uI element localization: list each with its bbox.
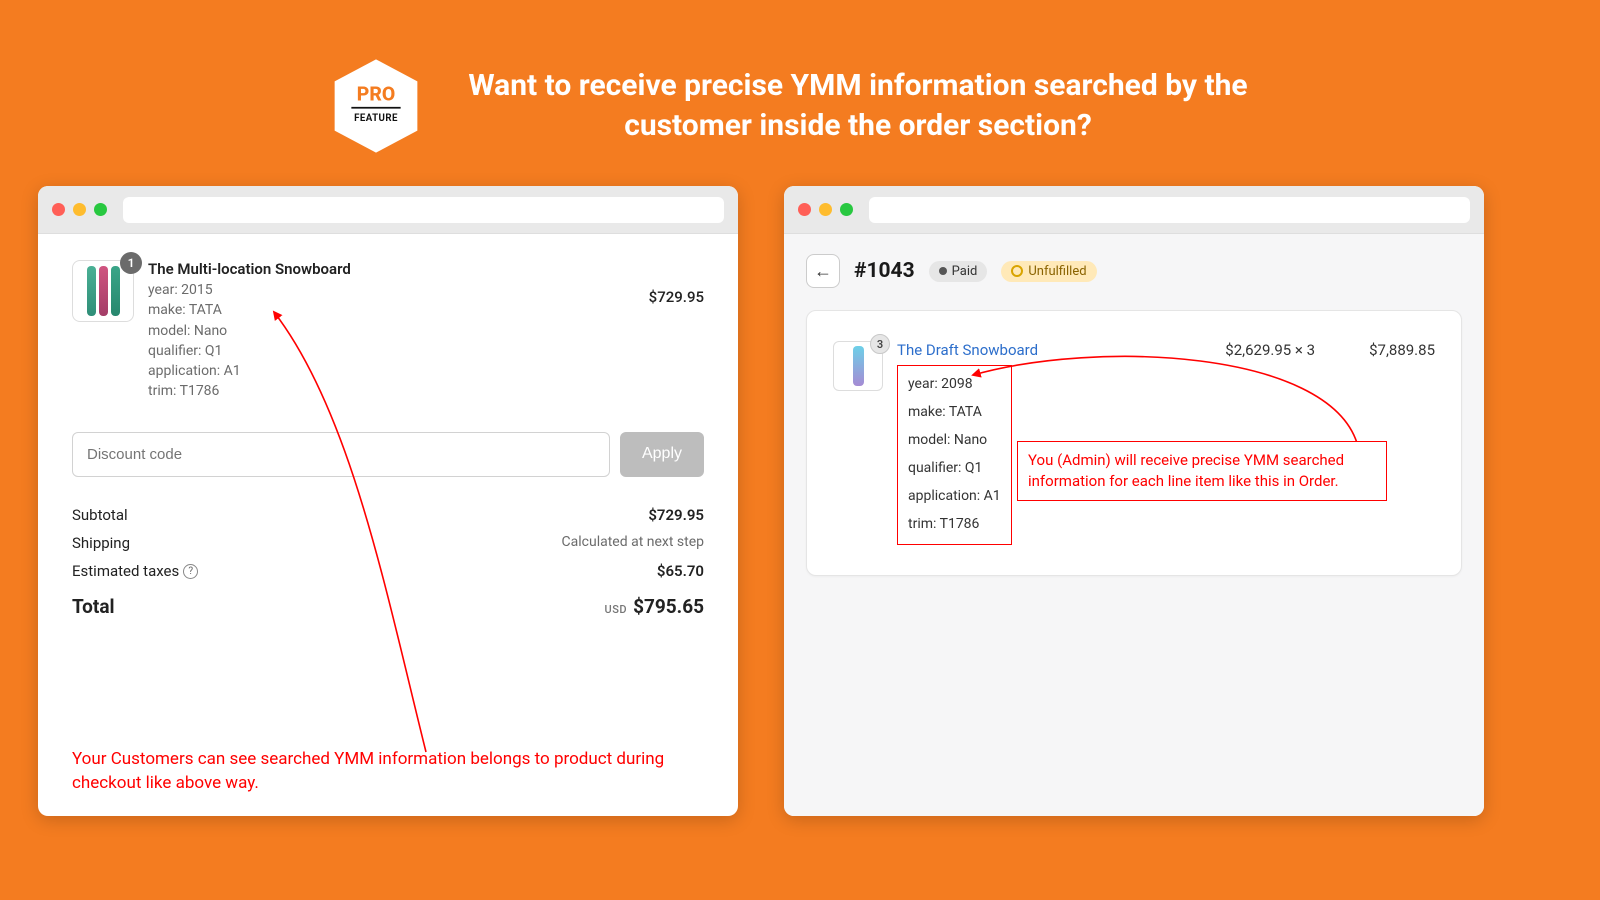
qty-badge: 1 xyxy=(120,252,142,274)
address-bar[interactable] xyxy=(869,197,1470,223)
discount-code-input[interactable] xyxy=(72,432,610,477)
shipping-label: Shipping xyxy=(72,534,130,552)
traffic-light-minimize[interactable] xyxy=(819,203,832,216)
ymm-model: model: Nano xyxy=(908,426,1001,454)
ymm-trim: trim: T1786 xyxy=(148,381,635,401)
ymm-make: make: TATA xyxy=(908,398,1001,426)
checkout-window: 1 The Multi-location Snowboard year: 201… xyxy=(38,186,738,816)
traffic-light-minimize[interactable] xyxy=(73,203,86,216)
traffic-light-close[interactable] xyxy=(798,203,811,216)
product-thumbnail: 1 xyxy=(72,260,134,322)
total-value: USD$795.65 xyxy=(605,595,704,618)
line-price-total: $7,889.85 xyxy=(1369,341,1435,359)
pro-feature-badge: PRO FEATURE xyxy=(332,56,420,156)
address-bar[interactable] xyxy=(123,197,724,223)
product-thumbnail: 3 xyxy=(833,341,883,391)
ymm-make: make: TATA xyxy=(148,300,635,320)
apply-button[interactable]: Apply xyxy=(620,432,704,477)
line-item-price: $729.95 xyxy=(649,260,704,306)
svg-text:FEATURE: FEATURE xyxy=(354,113,398,124)
ymm-qualifier: qualifier: Q1 xyxy=(908,454,1001,482)
traffic-light-zoom[interactable] xyxy=(840,203,853,216)
shipping-value: Calculated at next step xyxy=(562,534,704,552)
order-number: #1043 xyxy=(854,259,915,283)
line-price-multiplier: $2,629.95 × 3 xyxy=(1225,341,1315,359)
product-title-link[interactable]: The Draft Snowboard xyxy=(897,341,1211,359)
ymm-model: model: Nano xyxy=(148,321,635,341)
ymm-year: year: 2015 xyxy=(148,280,635,300)
checkout-line-item: 1 The Multi-location Snowboard year: 201… xyxy=(72,260,704,402)
window-titlebar xyxy=(38,186,738,234)
unfulfilled-badge: Unfulfilled xyxy=(1001,261,1096,282)
ymm-application: application: A1 xyxy=(908,482,1001,510)
customer-callout: Your Customers can see searched YMM info… xyxy=(72,748,678,796)
total-label: Total xyxy=(72,595,115,618)
info-icon[interactable]: ? xyxy=(183,564,198,579)
traffic-light-zoom[interactable] xyxy=(94,203,107,216)
ymm-trim: trim: T1786 xyxy=(908,510,1001,538)
paid-badge: Paid xyxy=(929,261,988,282)
back-button[interactable]: ← xyxy=(806,254,840,288)
ymm-highlight-box: year: 2098 make: TATA model: Nano qualif… xyxy=(897,365,1012,545)
taxes-label: Estimated taxes? xyxy=(72,562,198,580)
ymm-application: application: A1 xyxy=(148,361,635,381)
product-title: The Multi-location Snowboard xyxy=(148,260,635,278)
ymm-year: year: 2098 xyxy=(908,370,1001,398)
admin-window: ← #1043 Paid Unfulfilled 3 The Draft Sno… xyxy=(784,186,1484,816)
qty-badge: 3 xyxy=(870,334,890,354)
svg-text:PRO: PRO xyxy=(357,83,395,106)
taxes-value: $65.70 xyxy=(657,562,704,580)
traffic-light-close[interactable] xyxy=(52,203,65,216)
admin-callout: You (Admin) will receive precise YMM sea… xyxy=(1017,441,1387,501)
headline: Want to receive precise YMM information … xyxy=(448,66,1268,147)
subtotal-value: $729.95 xyxy=(648,506,704,524)
subtotal-label: Subtotal xyxy=(72,506,128,524)
order-card: 3 The Draft Snowboard year: 2098 make: T… xyxy=(806,310,1462,576)
ymm-qualifier: qualifier: Q1 xyxy=(148,341,635,361)
window-titlebar xyxy=(784,186,1484,234)
